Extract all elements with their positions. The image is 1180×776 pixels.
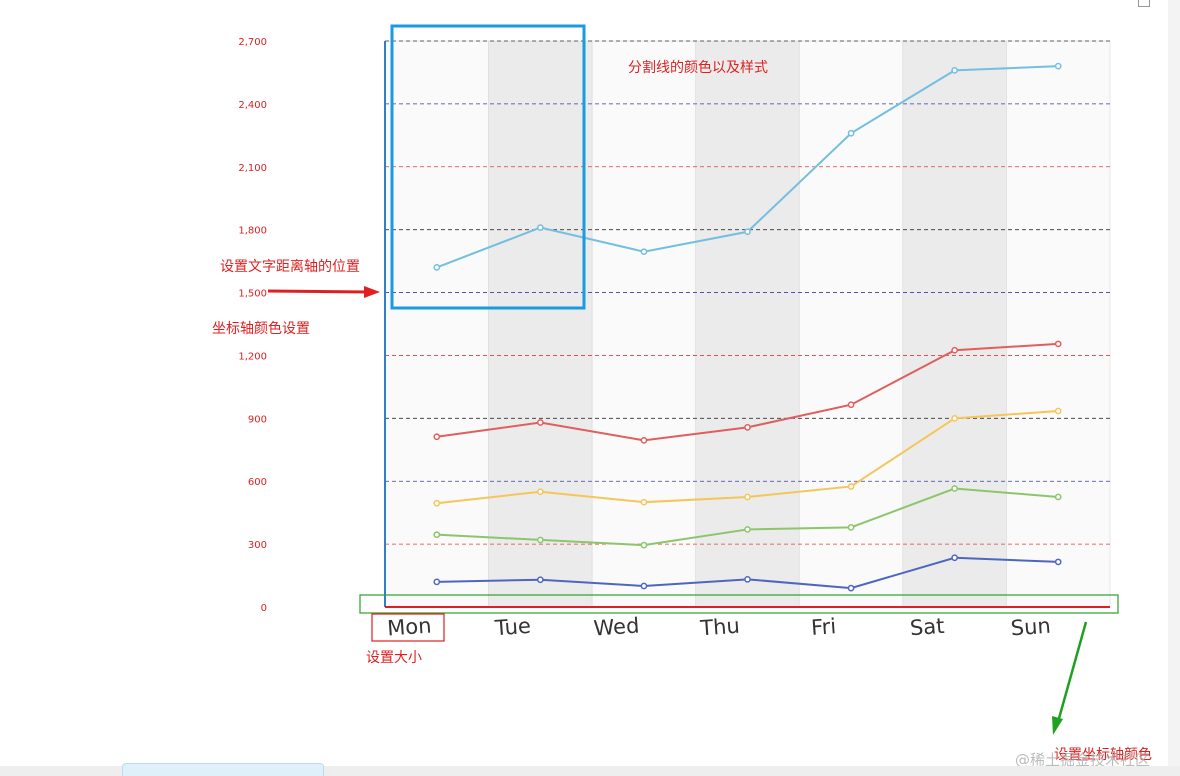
data-point[interactable] (433, 499, 441, 507)
data-point[interactable] (640, 248, 648, 256)
x-tick-label: Sat (909, 614, 945, 640)
window-icon (1138, 0, 1150, 7)
x-tick-label: Thu (698, 614, 740, 641)
data-point[interactable] (1054, 558, 1062, 566)
x-tick-label: Fri (810, 614, 837, 640)
data-point[interactable] (1054, 493, 1062, 501)
bottom-tab[interactable] (122, 763, 324, 776)
annotation-label-offset: 设置文字距离轴的位置 (220, 258, 360, 275)
data-point[interactable] (744, 228, 751, 236)
x-tick-label: Tue (493, 614, 531, 641)
data-point[interactable] (847, 523, 855, 531)
data-point[interactable] (640, 436, 648, 444)
data-point[interactable] (951, 554, 958, 562)
data-point[interactable] (1054, 340, 1062, 348)
y-tick-label: 900 (248, 414, 267, 425)
data-point[interactable] (744, 526, 751, 533)
data-point[interactable] (847, 401, 855, 409)
data-point[interactable] (744, 493, 751, 501)
split-area-band (591, 40, 697, 608)
split-areas (384, 40, 1111, 608)
data-point[interactable] (951, 414, 958, 422)
data-point[interactable] (951, 485, 958, 492)
data-point[interactable] (433, 531, 441, 539)
data-point[interactable] (433, 433, 441, 441)
data-point[interactable] (537, 576, 544, 584)
data-point[interactable] (951, 346, 958, 354)
y-tick-label: 1,500 (238, 289, 267, 300)
x-tick-labels: Mon Tue Wed Thu Fri Sat Sun (386, 613, 1051, 640)
data-point[interactable] (640, 541, 648, 549)
x-tick-label: Mon (386, 614, 432, 641)
split-area-band (695, 40, 800, 608)
data-point[interactable] (744, 423, 751, 431)
y-tick-label: 1,800 (238, 226, 267, 237)
split-area-band (798, 40, 904, 608)
data-point[interactable] (537, 224, 544, 231)
data-point[interactable] (537, 536, 544, 544)
data-point[interactable] (537, 488, 544, 496)
y-tick-label: 1,200 (238, 351, 267, 362)
y-tick-label: 600 (248, 477, 267, 488)
annotation-label-size: 设置大小 (366, 650, 422, 666)
y-tick-label: 2,100 (238, 163, 267, 174)
data-point[interactable] (433, 578, 441, 586)
vertical-scrollbar[interactable] (1168, 0, 1180, 766)
split-area-band (384, 40, 489, 608)
y-tick-label: 2,400 (238, 100, 267, 111)
data-point[interactable] (640, 498, 648, 506)
data-point[interactable] (951, 66, 958, 74)
data-point[interactable] (847, 584, 855, 592)
data-point[interactable] (1054, 407, 1062, 415)
data-point[interactable] (847, 129, 855, 137)
annotation-splitline: 分割线的颜色以及样式 (628, 59, 768, 76)
y-tick-label: 0 (261, 603, 267, 614)
x-tick-label: Wed (593, 613, 640, 640)
data-point[interactable] (744, 575, 751, 583)
data-point[interactable] (640, 582, 648, 590)
green-arrow-head (1052, 716, 1063, 735)
split-area-band (488, 40, 593, 608)
x-tick-label: Sun (1010, 614, 1052, 641)
split-area-band (902, 40, 1007, 608)
data-point[interactable] (1054, 62, 1062, 70)
data-point[interactable] (433, 264, 441, 271)
data-point[interactable] (847, 483, 855, 490)
data-point[interactable] (537, 419, 544, 426)
green-arrow-shaft (1056, 621, 1088, 723)
chart-stage: 0 300 600 900 1,200 1,500 1,800 2,100 2,400 2,700… (212, 24, 1152, 769)
split-area-band (1006, 40, 1111, 608)
y-tick-label: 300 (248, 540, 267, 551)
annotation-axis-color: 坐标轴颜色设置 (212, 320, 310, 337)
red-arrow-head (364, 286, 380, 298)
y-tick-label: 2,700 (238, 37, 267, 48)
red-arrow-shaft (267, 289, 369, 294)
